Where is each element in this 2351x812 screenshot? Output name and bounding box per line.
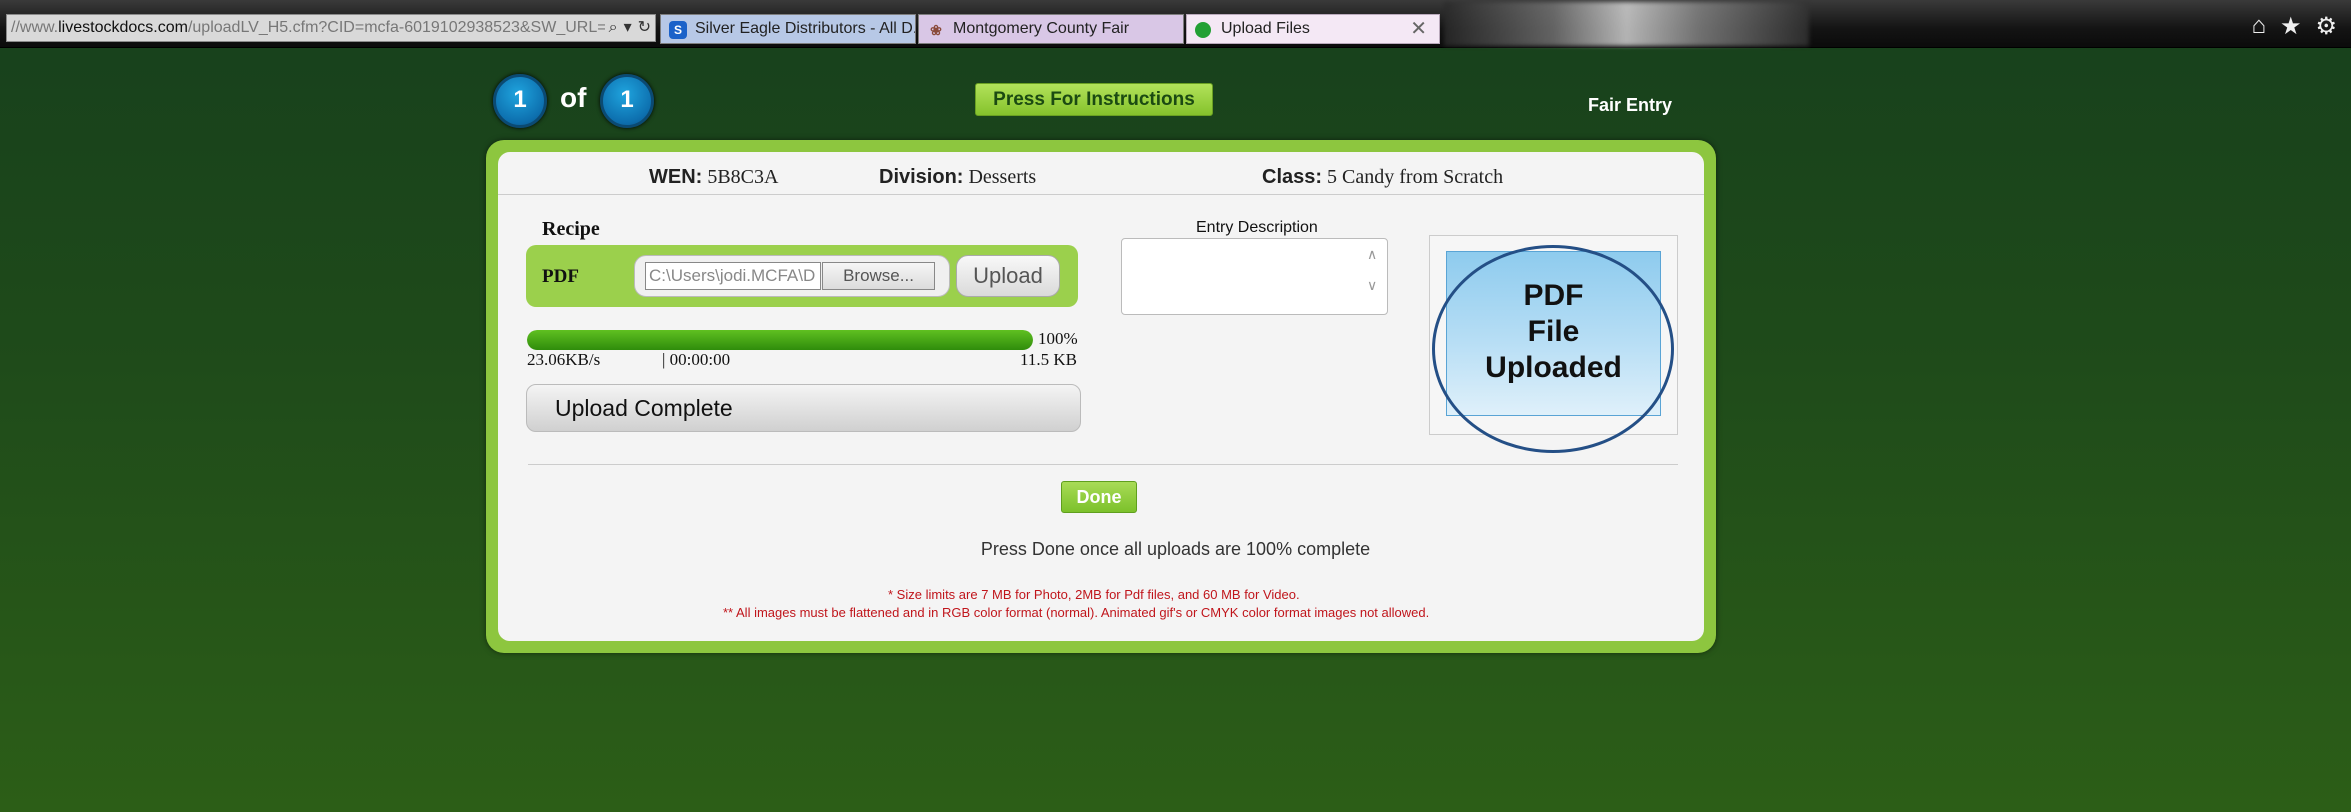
page-current-badge: 1 xyxy=(493,74,547,128)
divider xyxy=(528,464,1678,465)
upload-status: Upload Complete xyxy=(526,384,1081,432)
star-icon[interactable]: ★ xyxy=(2280,12,2302,41)
class-info: Class: 5 Candy from Scratch xyxy=(1262,166,1503,189)
recipe-label: Recipe xyxy=(542,218,600,240)
upload-speed: 23.06KB/s xyxy=(527,350,601,369)
home-icon[interactable]: ⌂ xyxy=(2251,12,2266,41)
browse-button[interactable]: Browse... xyxy=(822,262,935,290)
green-dot-icon xyxy=(1195,22,1211,38)
image-format-note: ** All images must be flattened and in R… xyxy=(723,605,1430,620)
tab-silver-eagle[interactable]: S Silver Eagle Distributors - All D... xyxy=(660,14,916,44)
class-value: 5 Candy from Scratch xyxy=(1327,166,1504,188)
file-size: 11.5 KB xyxy=(1020,350,1077,369)
address-host: livestockdocs.com xyxy=(58,19,188,36)
file-path-input[interactable]: C:\Users\jodi.MCFA\D xyxy=(645,262,821,290)
highlight-circle xyxy=(1432,245,1674,453)
class-label: Class: xyxy=(1262,166,1323,188)
blurred-region xyxy=(1444,2,1809,46)
division-label: Division: xyxy=(879,166,964,188)
tab-label: Montgomery County Fair xyxy=(953,20,1130,37)
fair-entry-title: Fair Entry xyxy=(1588,95,1673,115)
entry-description-label: Entry Description xyxy=(1196,219,1318,236)
done-button[interactable]: Done xyxy=(1061,481,1137,513)
tab-label: Upload Files xyxy=(1221,20,1310,37)
address-path: /uploadLV_H5.cfm?CID=mcfa-6019102938523&… xyxy=(187,19,607,36)
wen-label: WEN: xyxy=(649,166,703,188)
done-instruction: Press Done once all uploads are 100% com… xyxy=(980,539,1371,559)
instructions-button[interactable]: Press For Instructions xyxy=(975,83,1213,116)
progress-fill xyxy=(527,330,1033,350)
progress-bar xyxy=(527,330,1033,350)
fair-icon: ❀ xyxy=(930,22,942,38)
upload-time: | 00:00:00 xyxy=(662,350,731,369)
division-value: Desserts xyxy=(968,166,1037,188)
page-total-badge: 1 xyxy=(600,74,654,128)
browser-chrome: //www.livestockdocs.com/uploadLV_H5.cfm?… xyxy=(0,0,2351,48)
address-bar[interactable]: //www.livestockdocs.com/uploadLV_H5.cfm?… xyxy=(6,14,656,42)
dropdown-icon[interactable]: ▾ xyxy=(624,15,632,41)
wen-value: 5B8C3A xyxy=(707,166,779,188)
close-tab-icon[interactable]: ✕ xyxy=(1410,15,1427,43)
address-prefix: //www. xyxy=(11,19,59,36)
of-label: of xyxy=(560,82,587,113)
refresh-icon[interactable]: ↻ xyxy=(638,15,651,41)
division-info: Division: Desserts xyxy=(879,166,1036,189)
tab-upload-files[interactable]: Upload Files ✕ xyxy=(1186,14,1440,44)
search-icon[interactable]: ⌕ xyxy=(609,15,618,41)
s-logo-icon: S xyxy=(669,21,687,39)
entry-description-textarea[interactable] xyxy=(1121,238,1388,315)
pdf-label: PDF xyxy=(542,266,579,287)
tab-montgomery-fair[interactable]: ❀ Montgomery County Fair xyxy=(918,14,1184,44)
browser-toolbar-right: ⌂ ★ ⚙ xyxy=(2251,12,2337,41)
tab-label: Silver Eagle Distributors - All D... xyxy=(695,20,916,37)
gear-icon[interactable]: ⚙ xyxy=(2315,12,2337,41)
upload-button[interactable]: Upload xyxy=(956,255,1060,297)
progress-percent: 100% xyxy=(1038,329,1078,348)
size-limit-note: * Size limits are 7 MB for Photo, 2MB fo… xyxy=(888,587,1300,602)
address-icons: ⌕ ▾ ↻ xyxy=(604,15,651,41)
wen-info: WEN: 5B8C3A xyxy=(649,166,778,189)
divider xyxy=(498,194,1704,195)
